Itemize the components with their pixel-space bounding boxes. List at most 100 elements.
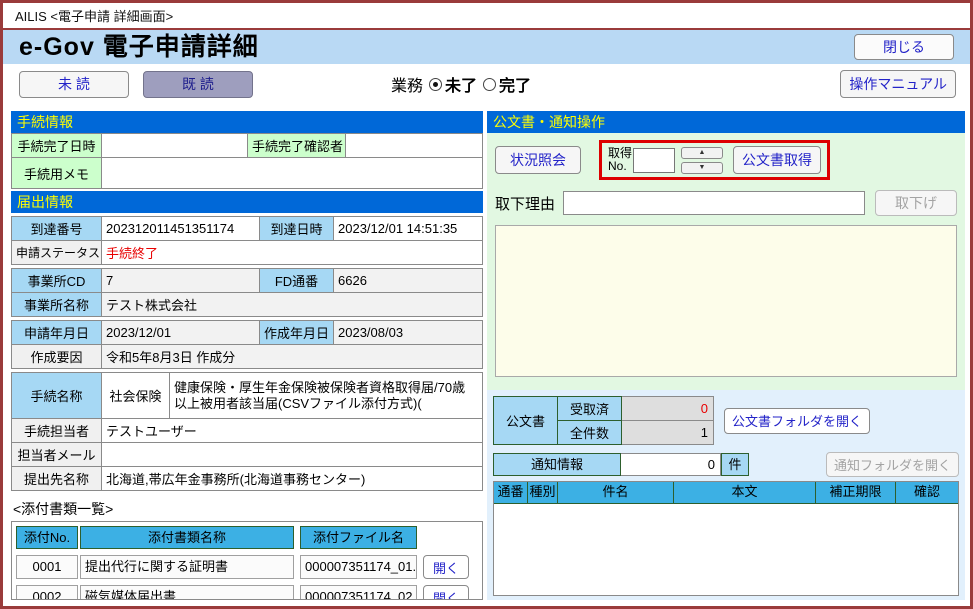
status-value: 手続終了 (102, 241, 483, 265)
radio-complete-label: 完了 (499, 72, 531, 96)
reason-value: 令和5年8月3日 作成分 (102, 345, 483, 369)
proc-name-value: 健康保険・厚生年金保険被保険者資格取得届/70歳以上被用者該当届(CSVファイル… (170, 373, 483, 419)
report-group-office: 事業所CD 7 FD通番 6626 事業所名称 テスト株式会社 (11, 268, 483, 317)
unread-button[interactable]: 未 読 (19, 71, 129, 98)
fd-no-value: 6626 (334, 269, 483, 293)
notice-col-body: 本文 (674, 482, 816, 504)
proc-category-value: 社会保険 (102, 373, 170, 419)
office-name-value: テスト株式会社 (102, 293, 483, 317)
proc-name-label: 手続名称 (12, 373, 102, 419)
status-inquiry-button[interactable]: 状況照会 (495, 146, 581, 174)
attachments-list: 添付No. 添付書類名称 添付ファイル名 0001 提出代行に関する証明書 00… (11, 521, 483, 600)
attachment-name: 提出代行に関する証明書 (80, 555, 294, 579)
radio-complete[interactable]: 完了 (483, 72, 531, 96)
notice-table-body[interactable] (494, 504, 958, 595)
acquire-no-spinner: ▲ ▼ (681, 147, 723, 174)
total-label: 全件数 (558, 421, 622, 445)
spinner-down-button[interactable]: ▼ (681, 162, 723, 174)
report-group-procedure: 手続名称 社会保険 健康保険・厚生年金保険被保険者資格取得届/70歳以上被用者該… (11, 372, 483, 491)
withdraw-button[interactable]: 取下げ (875, 190, 957, 216)
task-label: 業務 (391, 72, 423, 96)
attachments-col-file: 添付ファイル名 (300, 526, 417, 549)
mail-label: 担当者メール (12, 443, 102, 467)
office-cd-label: 事業所CD (12, 269, 102, 293)
complete-datetime-value[interactable] (102, 134, 248, 158)
open-doc-folder-button[interactable]: 公文書フォルダを開く (724, 408, 870, 434)
acquire-no-label: 取得 No. (608, 147, 632, 173)
notice-table: 通番 種別 件名 本文 補正期限 確認 (493, 481, 959, 596)
arrival-dt-value: 2023/12/01 14:51:35 (334, 217, 483, 241)
spinner-up-button[interactable]: ▲ (681, 147, 723, 159)
memo-label: 手続用メモ (12, 158, 102, 189)
message-area[interactable] (495, 225, 957, 377)
doc-ops-panel: 状況照会 取得 No. ▲ ▼ 公文書取得 (487, 133, 965, 390)
attachment-no: 0002 (16, 585, 78, 600)
open-attachment-button[interactable]: 開く (423, 585, 469, 600)
withdraw-reason-input[interactable] (563, 191, 865, 215)
memo-value[interactable] (102, 158, 483, 189)
total-count: 1 (622, 421, 714, 445)
attachments-col-no: 添付No. (16, 526, 78, 549)
notice-info-row: 通知情報 0 件 通知フォルダを開く (493, 452, 959, 477)
notice-table-header: 通番 種別 件名 本文 補正期限 確認 (494, 482, 958, 504)
notice-unit-label: 件 (721, 453, 749, 476)
report-info-header: 届出情報 (11, 191, 483, 213)
acquire-row: 状況照会 取得 No. ▲ ▼ 公文書取得 (495, 140, 957, 180)
acquire-no-label-line2: No. (608, 160, 632, 173)
attachment-row: 0001 提出代行に関する証明書 000007351174_01.p 開く (16, 555, 478, 579)
notice-info-label: 通知情報 (493, 453, 621, 476)
reason-label: 作成要因 (12, 345, 102, 369)
official-doc-count-table: 公文書 受取済 0 全件数 1 (493, 396, 714, 445)
close-button[interactable]: 閉じる (854, 34, 954, 60)
notice-col-type: 種別 (528, 482, 558, 504)
radio-incomplete-icon[interactable] (429, 78, 442, 91)
office-name-label: 事業所名称 (12, 293, 102, 317)
main-area: 手続情報 手続完了日時 手続完了確認者 手続用メモ 届出情報 (3, 106, 970, 606)
open-attachment-button[interactable]: 開く (423, 555, 469, 579)
notification-panel: 公文書 受取済 0 全件数 1 公文書フォルダを開く 通知情報 0 件 (487, 390, 965, 600)
notice-col-confirm: 確認 (896, 482, 958, 504)
office-cd-value: 7 (102, 269, 260, 293)
status-label: 申請ステータス (12, 241, 102, 265)
create-date-label: 作成年月日 (260, 321, 334, 345)
doc-ops-header: 公文書・通知操作 (487, 111, 965, 133)
attachments-title: <添付書類一覧> (11, 499, 483, 519)
notice-count-field: 0 (621, 453, 721, 476)
radio-complete-icon[interactable] (483, 78, 496, 91)
report-group-dates: 申請年月日 2023/12/01 作成年月日 2023/08/03 作成要因 令… (11, 320, 483, 369)
fd-no-label: FD通番 (260, 269, 334, 293)
acquire-no-input[interactable] (633, 148, 675, 173)
official-doc-counts: 公文書 受取済 0 全件数 1 公文書フォルダを開く (493, 396, 959, 445)
create-date-value: 2023/08/03 (334, 321, 483, 345)
mail-value (102, 443, 483, 467)
right-column: 公文書・通知操作 状況照会 取得 No. ▲ ▼ 公文書取 (487, 111, 965, 600)
procedure-info-table: 手続完了日時 手続完了確認者 手続用メモ (11, 133, 483, 189)
attachment-file: 000007351174_01.p (300, 555, 417, 579)
attachment-row: 0002 磁気媒体届出書 000007351174_02.C 開く (16, 585, 478, 600)
read-button[interactable]: 既 読 (143, 71, 253, 98)
manual-button[interactable]: 操作マニュアル (840, 70, 956, 98)
open-notice-folder-button[interactable]: 通知フォルダを開く (826, 452, 959, 477)
application-detail-window: AILIS <電子申請 詳細画面> e-Gov 電子申請詳細 閉じる 未 読 既… (0, 0, 973, 609)
staff-label: 手続担当者 (12, 419, 102, 443)
received-count: 0 (622, 397, 714, 421)
dest-label: 提出先名称 (12, 467, 102, 491)
task-status-group: 業務 未了 完了 (391, 72, 531, 96)
radio-incomplete[interactable]: 未了 (429, 72, 477, 96)
acquire-doc-button[interactable]: 公文書取得 (733, 146, 821, 174)
dest-value: 北海道,帯広年金事務所(北海道事務センター) (102, 467, 483, 491)
complete-confirmer-label: 手続完了確認者 (248, 134, 346, 158)
attachment-no: 0001 (16, 555, 78, 579)
withdraw-reason-label: 取下理由 (495, 193, 555, 214)
official-doc-label: 公文書 (494, 397, 558, 445)
staff-value: テストユーザー (102, 419, 483, 443)
radio-incomplete-label: 未了 (445, 72, 477, 96)
arrival-no-value: 202312011451351174 (102, 217, 260, 241)
left-column: 手続情報 手続完了日時 手続完了確認者 手続用メモ 届出情報 (11, 111, 483, 600)
procedure-info-header: 手続情報 (11, 111, 483, 133)
arrival-dt-label: 到達日時 (260, 217, 334, 241)
attachment-name: 磁気媒体届出書 (80, 585, 294, 600)
complete-confirmer-value[interactable] (346, 134, 483, 158)
apply-date-label: 申請年月日 (12, 321, 102, 345)
page-header: e-Gov 電子申請詳細 閉じる (3, 30, 970, 64)
